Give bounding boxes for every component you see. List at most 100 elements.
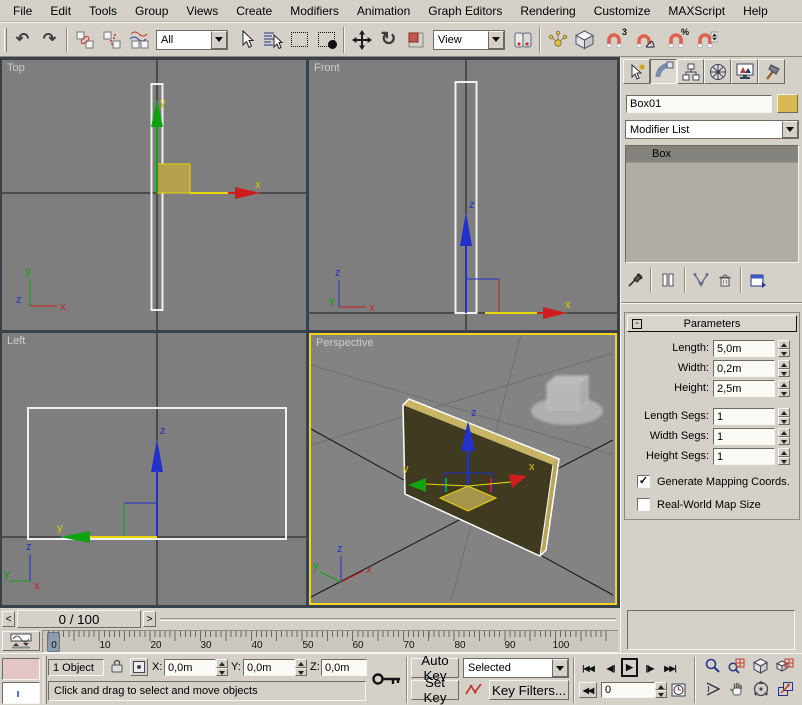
maxscript-mini-listener-pink[interactable] [2,658,40,680]
show-end-result-button[interactable] [655,269,681,291]
height-segs-spinner[interactable] [778,448,790,465]
width-segs-field[interactable]: 1 [713,428,775,445]
configure-modifier-sets-button[interactable] [745,269,771,291]
tab-motion[interactable] [704,59,731,84]
arc-rotate-button[interactable] [749,680,772,701]
rectangular-selection-region-button[interactable] [286,26,313,54]
selection-lock-toggle[interactable] [108,658,126,676]
bind-to-space-warp-button[interactable] [125,26,152,54]
viewport-top[interactable]: y x y x z Top [2,60,306,330]
menu-tools[interactable]: Tools [80,2,126,20]
reference-coordinate-system-dropdown[interactable]: View [433,30,505,50]
undo-button[interactable]: ↶ [9,26,36,54]
viewport-left[interactable]: y z z y x Left [2,333,306,605]
real-world-map-size-checkbox[interactable] [637,498,650,511]
min-max-toggle-button[interactable] [773,680,796,701]
status-splitter[interactable] [43,656,47,704]
tab-utilities[interactable] [758,59,785,84]
select-and-move-button[interactable] [348,26,375,54]
make-unique-button[interactable] [689,269,713,291]
use-pivot-point-center-button[interactable] [509,26,536,54]
viewport-front[interactable]: z x z x y Front [309,60,617,330]
length-field[interactable]: 5,0m [713,340,775,357]
x-coordinate-field[interactable]: 0,0m [164,659,216,676]
menu-animation[interactable]: Animation [348,2,419,20]
rollout-collapse-button[interactable]: - [632,319,642,329]
key-filter-selection-dropdown[interactable]: Selected [463,658,569,678]
set-keys-button[interactable] [370,658,404,702]
generate-mapping-coords-checkbox[interactable]: ✓ [637,475,650,488]
time-slider-handle[interactable]: 0 / 100 [17,610,141,628]
y-coordinate-field[interactable]: 0,0m [243,659,295,676]
y-coordinate-spinner[interactable] [295,659,307,676]
width-segs-spinner[interactable] [778,428,790,445]
previous-frame-button[interactable]: ◀|| [602,660,619,676]
object-color-swatch[interactable] [777,94,798,113]
menu-modifiers[interactable]: Modifiers [281,2,348,20]
width-spinner[interactable] [778,360,790,377]
viewport-perspective[interactable]: z x y z x y Perspective [309,333,617,605]
remove-modifier-button[interactable] [713,269,737,291]
go-to-end-button[interactable]: ▶▶| [660,660,680,676]
x-coordinate-spinner[interactable] [216,659,228,676]
time-slider-track[interactable] [160,618,616,621]
dropdown-arrow-button[interactable] [488,31,504,49]
selected-box-object[interactable] [403,399,559,556]
frame-spinner[interactable] [655,682,667,698]
maxscript-mini-listener-white[interactable] [2,682,40,704]
snap-3d-toggle-button[interactable]: 3 [598,26,629,54]
modifier-list-dropdown[interactable]: Modifier List [625,120,799,139]
menu-group[interactable]: Group [126,2,177,20]
select-and-manipulate-button[interactable] [544,26,571,54]
zoom-button[interactable] [701,657,724,678]
pin-stack-button[interactable] [623,269,647,291]
track-bar-ruler[interactable]: 0 10 20 30 40 50 60 70 80 90 100 [42,630,618,653]
height-segs-field[interactable]: 1 [713,448,775,465]
redo-button[interactable]: ↷ [36,26,63,54]
absolute-offset-mode-toggle[interactable] [130,658,148,676]
length-segs-field[interactable]: 1 [713,408,775,425]
menu-edit[interactable]: Edit [41,2,80,20]
go-to-start-button[interactable]: |◀◀ [578,660,598,676]
select-by-name-button[interactable] [259,26,286,54]
rollout-header[interactable]: - Parameters [627,315,797,332]
key-mode-toggle-button[interactable]: ◀◀ [579,682,597,698]
open-mini-curve-editor-button[interactable] [2,631,40,651]
toolbar-grip[interactable] [4,28,7,52]
tab-modify[interactable] [650,59,677,84]
modifier-stack-item-box[interactable]: Box [626,146,798,163]
dropdown-arrow-button[interactable] [552,659,568,677]
select-and-link-button[interactable] [71,26,98,54]
menu-file[interactable]: File [4,2,41,20]
dropdown-arrow-button[interactable] [782,121,798,138]
key-filters-button[interactable]: Key Filters... [489,680,569,700]
current-frame-field[interactable]: 0 [601,682,655,698]
select-and-rotate-button[interactable]: ↻ [375,26,402,54]
tab-create[interactable] [623,59,650,84]
spinner-snap-toggle-button[interactable] [691,26,722,54]
menu-views[interactable]: Views [177,2,227,20]
next-frame-button[interactable]: ||▶ [641,660,658,676]
set-key-button[interactable]: Set Key [411,680,459,700]
height-field[interactable]: 2,5m [713,380,775,397]
zoom-extents-button[interactable] [749,657,772,678]
zoom-extents-all-button[interactable] [773,657,796,678]
menu-help[interactable]: Help [734,2,777,20]
zoom-all-button[interactable] [725,657,748,678]
length-spinner[interactable] [778,340,790,357]
time-configuration-button[interactable] [670,681,688,699]
z-coordinate-field[interactable]: 0,0m [321,659,367,676]
tab-hierarchy[interactable] [677,59,704,84]
window-crossing-toggle-button[interactable] [313,26,340,54]
play-animation-button[interactable]: ▶ [621,658,638,677]
default-in-out-tangents-button[interactable] [463,681,485,699]
pan-view-button[interactable] [725,680,748,701]
angle-snap-toggle-button[interactable] [629,26,660,54]
previous-frame-arrow-button[interactable]: < [2,611,15,627]
unlink-selection-button[interactable] [98,26,125,54]
select-object-button[interactable] [232,26,259,54]
object-name-field[interactable]: Box01 [626,95,772,113]
field-of-view-button[interactable] [701,680,724,701]
menu-maxscript[interactable]: MAXScript [659,2,734,20]
length-segs-spinner[interactable] [778,408,790,425]
